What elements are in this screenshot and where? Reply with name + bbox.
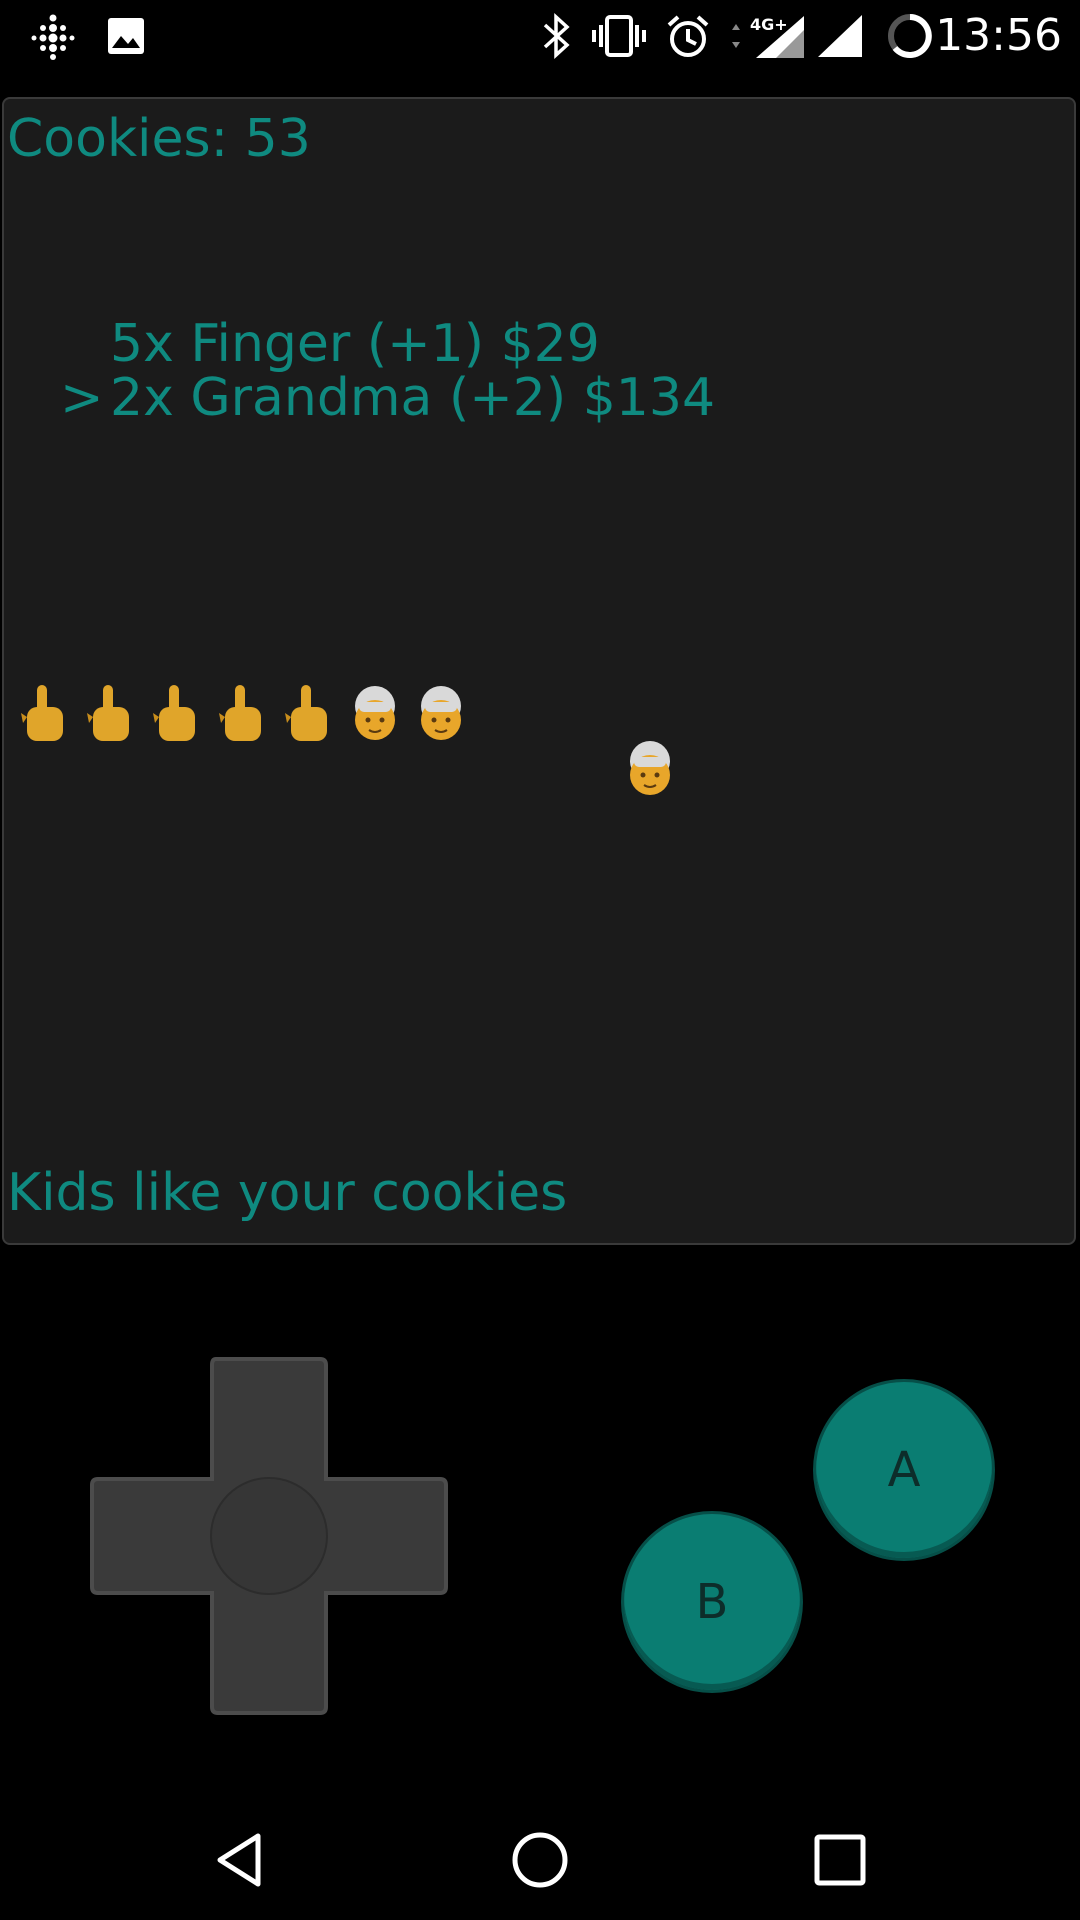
grandma-icon <box>408 679 474 749</box>
home-icon[interactable] <box>498 1818 582 1902</box>
alarm-icon <box>664 12 712 60</box>
selection-cursor <box>60 317 110 371</box>
shop-item-label: 5x Finger (+1) $29 <box>110 314 600 374</box>
image-icon <box>104 12 148 60</box>
finger-icon <box>210 679 276 749</box>
dpad[interactable] <box>88 1355 450 1717</box>
game-screen: Cookies: 53 5x Finger (+1) $29 > 2x Gran… <box>2 97 1076 1245</box>
a-button[interactable]: A <box>816 1382 992 1558</box>
cookie-counter: Cookies: 53 <box>7 109 311 169</box>
shop-item-grandma[interactable]: > 2x Grandma (+2) $134 <box>60 371 715 425</box>
signal-icon <box>816 12 864 60</box>
svg-text:4G+: 4G+ <box>750 15 788 34</box>
bluetooth-icon <box>536 12 576 60</box>
b-button[interactable]: B <box>624 1514 800 1690</box>
selection-cursor: > <box>60 368 104 428</box>
shop-menu: 5x Finger (+1) $29 > 2x Grandma (+2) $13… <box>60 317 715 425</box>
status-message: Kids like your cookies <box>7 1163 568 1223</box>
back-icon[interactable] <box>198 1818 282 1902</box>
shop-item-finger[interactable]: 5x Finger (+1) $29 <box>60 317 715 371</box>
a-button-label: A <box>887 1442 921 1498</box>
status-bar: 4G+ 13:56 <box>0 0 1080 72</box>
owned-units <box>12 679 474 749</box>
finger-icon <box>12 679 78 749</box>
finger-icon <box>144 679 210 749</box>
finger-icon <box>276 679 342 749</box>
vibrate-icon <box>590 12 648 60</box>
fitbit-icon <box>28 12 78 60</box>
navigation-bar <box>0 1800 1080 1920</box>
battery-icon <box>884 12 936 60</box>
flying-grandma-icon <box>622 739 678 803</box>
b-button-label: B <box>695 1574 729 1630</box>
finger-icon <box>78 679 144 749</box>
signal-4g-icon: 4G+ <box>726 12 806 60</box>
grandma-icon <box>342 679 408 749</box>
recents-icon[interactable] <box>798 1818 882 1902</box>
shop-item-label: 2x Grandma (+2) $134 <box>110 368 716 428</box>
clock: 13:56 <box>935 10 1062 61</box>
